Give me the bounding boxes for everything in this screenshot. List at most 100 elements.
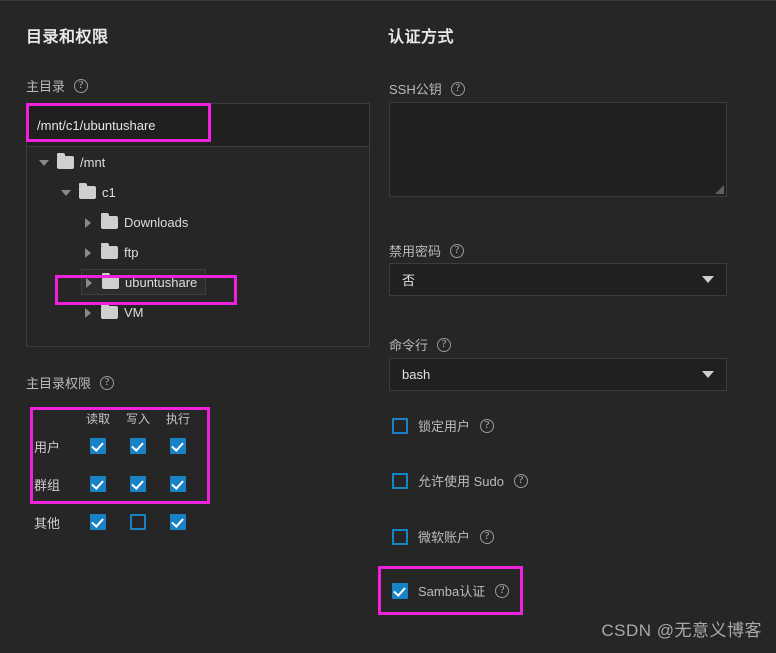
folder-icon: [57, 152, 74, 169]
permissions-column-header: 执行: [165, 412, 190, 426]
permissions-cell: [78, 514, 118, 530]
shell-value: bash: [402, 367, 431, 382]
disable-password-label-group: 禁用密码 ?: [389, 241, 465, 260]
home-directory-label-group: 主目录 ?: [26, 76, 89, 95]
tree-row[interactable]: ubuntushare: [27, 267, 369, 297]
toggle-checkbox[interactable]: [392, 472, 408, 489]
tree-row-label: ubuntushare: [125, 274, 198, 290]
chevron-down-icon[interactable]: [37, 155, 51, 169]
toggle-row[interactable]: 锁定用户?: [392, 416, 495, 435]
permissions-row-label: 其他: [34, 515, 61, 531]
chevron-right-icon[interactable]: [81, 245, 95, 259]
home-permissions-label-group: 主目录权限 ?: [26, 373, 115, 392]
tree-row-inner: /mnt: [37, 149, 113, 175]
help-circle-icon[interactable]: ?: [480, 418, 495, 433]
tree-row[interactable]: c1: [27, 177, 369, 207]
chevron-right-icon[interactable]: [81, 215, 95, 229]
folder-icon: [79, 182, 96, 199]
shell-label: 命令行: [389, 338, 429, 353]
chevron-right-icon[interactable]: [82, 275, 96, 289]
permission-checkbox[interactable]: [170, 514, 186, 530]
chevron-down-icon[interactable]: [59, 185, 73, 199]
permissions-cell: [158, 514, 198, 530]
permissions-cell: [158, 438, 198, 454]
left-panel-title: 目录和权限: [26, 29, 109, 46]
permission-checkbox[interactable]: [130, 476, 146, 492]
directory-tree[interactable]: /mnt c1 Downloads ftp ubuntushare VM: [26, 147, 370, 347]
toggle-checkbox[interactable]: [392, 417, 408, 434]
toggle-row[interactable]: 微软账户?: [392, 527, 495, 546]
permissions-cell: [118, 514, 158, 530]
shell-select[interactable]: bash: [389, 358, 727, 391]
permission-checkbox[interactable]: [130, 514, 146, 530]
permission-checkbox[interactable]: [170, 438, 186, 454]
tree-row-label: VM: [124, 304, 144, 320]
home-directory-label: 主目录: [26, 79, 66, 94]
directory-and-permissions-panel: 目录和权限 主目录 ? /mnt/c1/ubuntushare /mnt c1 Do…: [0, 1, 386, 653]
tree-row-label: Downloads: [124, 214, 189, 230]
permissions-grid: 读取 写入 执行 用户群组其他: [30, 403, 210, 541]
home-directory-input[interactable]: /mnt/c1/ubuntushare: [26, 103, 370, 147]
folder-icon: [102, 272, 119, 289]
ssh-key-textarea[interactable]: [389, 102, 727, 197]
permissions-cell: [78, 476, 118, 492]
tree-row-label: ftp: [124, 244, 139, 260]
authentication-panel: 认证方式 SSH公钥 ? 禁用密码 ? 否 命令行 ? bash 锁定用户 ? …: [378, 1, 776, 653]
permissions-row-label: 群组: [34, 477, 61, 493]
chevron-down-icon: [702, 276, 714, 283]
tree-row-inner: VM: [81, 299, 152, 325]
chevron-right-icon[interactable]: [81, 305, 95, 319]
right-panel-title: 认证方式: [388, 29, 455, 46]
watermark: CSDN @无意义博客: [601, 621, 762, 640]
toggle-row[interactable]: 允许使用 Sudo?: [392, 471, 528, 490]
tree-row[interactable]: Downloads: [27, 207, 369, 237]
permission-checkbox[interactable]: [90, 476, 106, 492]
permission-checkbox[interactable]: [130, 438, 146, 454]
permissions-cell: [158, 476, 198, 492]
toggle-label: 允许使用 Sudo: [418, 474, 504, 489]
toggle-checkbox[interactable]: [392, 582, 408, 599]
help-circle-icon[interactable]: ?: [437, 337, 452, 352]
folder-icon: [101, 242, 118, 259]
toggle-checkbox[interactable]: [392, 528, 408, 545]
settings-page: 目录和权限 主目录 ? /mnt/c1/ubuntushare /mnt c1 Do…: [0, 0, 776, 653]
tree-row[interactable]: ftp: [27, 237, 369, 267]
tree-row[interactable]: VM: [27, 297, 369, 327]
permissions-cell: [118, 476, 158, 492]
help-circle-icon[interactable]: ?: [100, 375, 115, 390]
permissions-cell: [118, 438, 158, 454]
help-circle-icon[interactable]: ?: [513, 473, 528, 488]
home-permissions-label: 主目录权限: [26, 376, 92, 391]
help-circle-icon[interactable]: ?: [450, 243, 465, 258]
permissions-row: 其他: [30, 503, 210, 541]
help-circle-icon[interactable]: ?: [450, 81, 465, 96]
toggle-label: Samba认证: [418, 584, 486, 599]
tree-row-label: /mnt: [80, 154, 106, 170]
permission-checkbox[interactable]: [170, 476, 186, 492]
ssh-key-label: SSH公钥: [389, 82, 442, 97]
folder-icon: [101, 302, 118, 319]
permissions-header-row: 读取 写入 执行: [30, 403, 210, 427]
ssh-key-label-group: SSH公钥 ?: [389, 79, 465, 98]
disable-password-select[interactable]: 否: [389, 263, 727, 296]
permissions-column-header: 写入: [125, 412, 150, 426]
toggle-label: 锁定用户: [418, 419, 471, 434]
permission-checkbox[interactable]: [90, 438, 106, 454]
disable-password-label: 禁用密码: [389, 244, 442, 259]
tree-row-inner: c1: [59, 179, 124, 205]
tree-row-label: c1: [102, 184, 116, 200]
tree-row[interactable]: /mnt: [27, 147, 369, 177]
disable-password-value: 否: [402, 273, 416, 288]
permission-checkbox[interactable]: [90, 514, 106, 530]
tree-row-inner: Downloads: [81, 209, 196, 235]
permissions-row: 群组: [30, 465, 210, 503]
permissions-column-header: 读取: [85, 412, 110, 426]
help-circle-icon[interactable]: ?: [480, 529, 495, 544]
permissions-cell: [78, 438, 118, 454]
shell-label-group: 命令行 ?: [389, 335, 452, 354]
help-circle-icon[interactable]: ?: [495, 583, 510, 598]
toggle-row[interactable]: Samba认证?: [392, 581, 510, 600]
tree-row-inner: ubuntushare: [81, 269, 207, 295]
help-circle-icon[interactable]: ?: [74, 78, 89, 93]
permissions-row: 用户: [30, 427, 210, 465]
